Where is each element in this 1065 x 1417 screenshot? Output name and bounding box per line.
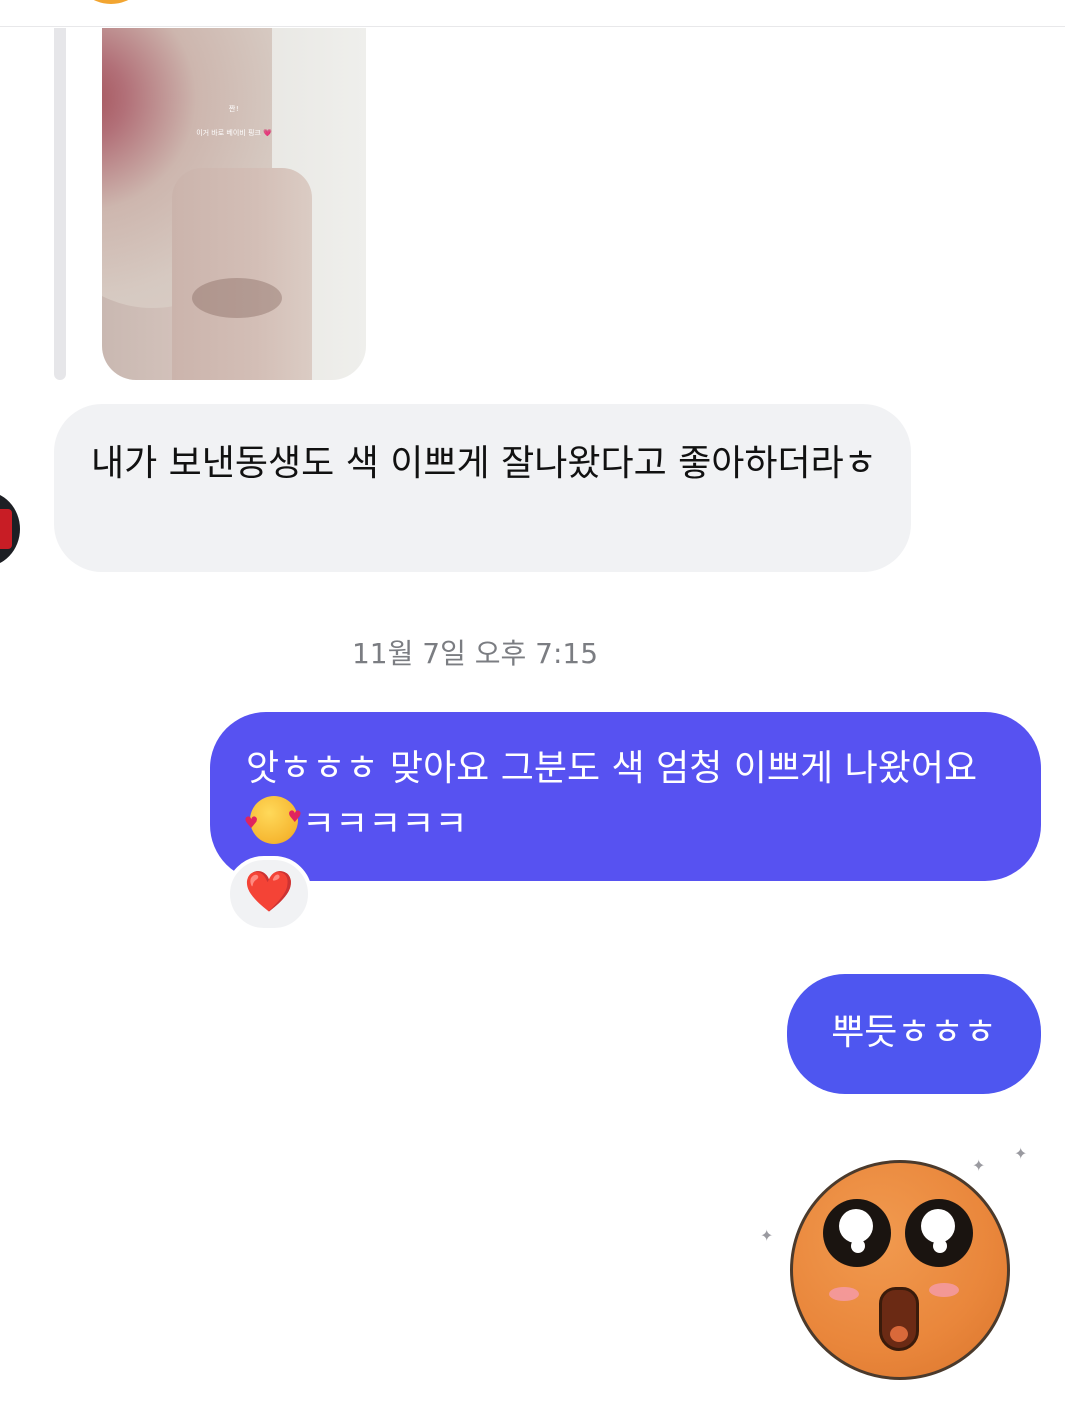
sparkle-icon: ✦ [760, 1226, 774, 1245]
story-caption-title: 짠! [228, 105, 240, 113]
smiling-face-with-hearts-icon [244, 790, 302, 850]
outgoing-message-bubble-2[interactable]: 뿌듯ㅎㅎㅎ [787, 974, 1041, 1094]
incoming-message-text: 내가 보낸동생도 색 이쁘게 잘나왔다고 좋아하더라ㅎ [91, 443, 877, 484]
story-reply-bar [54, 28, 66, 380]
heart-icon: ❤️ [244, 869, 294, 915]
excited-face-icon [790, 1160, 1010, 1380]
story-photo-forearm [172, 168, 312, 380]
avatar-photo-detail [0, 509, 12, 549]
incoming-message-bubble[interactable]: 내가 보낸동생도 색 이쁘게 잘나왔다고 좋아하더라ㅎ [54, 404, 911, 572]
outgoing-message-text: 앗ㅎㅎㅎ 맞아요 그분도 색 엄청 이쁘게 나왔어요 ㅋㅋㅋㅋㅋ [244, 742, 1026, 852]
sticker-blush-right [929, 1283, 959, 1297]
sticker-eye-left [823, 1199, 891, 1267]
outgoing-message-text-2: 뿌듯ㅎㅎㅎ [831, 1012, 997, 1053]
sparkle-icon: ✦ [972, 1156, 986, 1175]
sticker-message[interactable]: ✦ ✦ ✦ [760, 1140, 1050, 1400]
top-avatar[interactable] [72, 0, 150, 4]
sender-avatar[interactable] [0, 491, 20, 567]
sticker-blush-left [829, 1287, 859, 1301]
message-timestamp: 11월 7일 오후 7:15 [351, 637, 599, 670]
outgoing-message-text-part1: 앗ㅎㅎㅎ 맞아요 그분도 색 엄청 이쁘게 나왔어요 [246, 748, 978, 789]
sparkle-icon: ✦ [1014, 1144, 1028, 1163]
story-caption-text: 이거 바로 베이비 핑크 💗 [196, 129, 272, 137]
sticker-mouth [879, 1287, 919, 1351]
story-reply-image[interactable]: 짠! 이거 바로 베이비 핑크 💗 [102, 28, 366, 380]
outgoing-message-bubble[interactable]: 앗ㅎㅎㅎ 맞아요 그분도 색 엄청 이쁘게 나왔어요 ㅋㅋㅋㅋㅋ [210, 712, 1041, 881]
sticker-eye-right [905, 1199, 973, 1267]
header-divider [0, 26, 1065, 27]
story-photo-detail [192, 278, 282, 318]
outgoing-message-text-part2: ㅋㅋㅋㅋㅋ [302, 804, 468, 845]
heart-reaction[interactable]: ❤️ [226, 856, 312, 932]
